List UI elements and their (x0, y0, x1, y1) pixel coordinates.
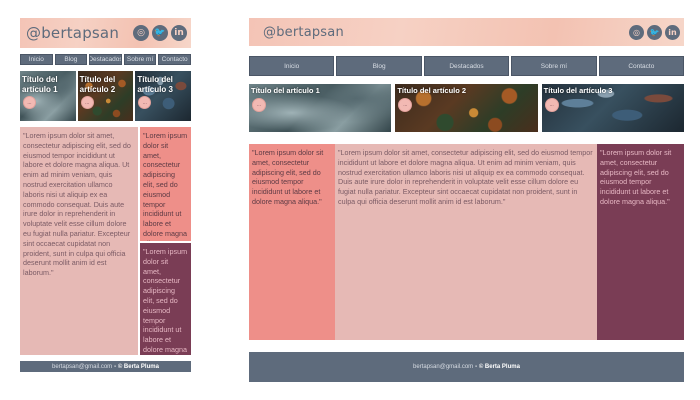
twitter-icon[interactable]: 🐦 (152, 25, 168, 41)
nav-item-sobre-mi[interactable]: Sobre mí (511, 56, 597, 76)
instagram-icon[interactable]: ◎ (629, 24, 644, 40)
brand-name[interactable]: @bertapsan (263, 25, 344, 40)
nav-item-blog[interactable]: Blog (336, 56, 422, 76)
side-column-wine-text: "Lorem ipsum dolor sit amet, consectetur… (597, 144, 684, 340)
twitter-icon[interactable]: 🐦 (647, 24, 662, 40)
instagram-icon[interactable]: ◎ (133, 25, 149, 41)
nav-item-sobre-mi[interactable]: Sobre mí (123, 54, 157, 65)
article-card[interactable]: Título del artículo 3 ... (135, 71, 192, 121)
read-more-badge[interactable]: ... (138, 96, 152, 109)
footer-email[interactable]: bertapsan@gmail.com (413, 364, 473, 370)
main-nav: Inicio Blog Destacados Sobre mí Contacto (20, 54, 191, 65)
article-card[interactable]: Título del artículo 1 ... (20, 71, 76, 121)
article-card[interactable]: Título del artículo 1 ... (249, 84, 392, 132)
article-card[interactable]: Título del artículo 2 ... (77, 71, 134, 121)
content-area: "Lorem ipsum dolor sit amet, consectetur… (20, 127, 191, 355)
article-title: Título del artículo 1 (22, 75, 58, 94)
social-links: ◎ 🐦 in (629, 24, 680, 40)
nav-item-inicio[interactable]: Inicio (249, 56, 335, 76)
article-title: Título del artículo 1 (251, 86, 320, 95)
read-more-badge[interactable]: ... (252, 98, 266, 112)
site-header: @bertapsan ◎ 🐦 in (249, 18, 684, 46)
article-title: Título del artículo 3 (137, 75, 173, 94)
nav-item-blog[interactable]: Blog (54, 54, 88, 65)
article-card[interactable]: Título del artículo 2 ... (395, 84, 538, 132)
side-column-wine-text: "Lorem ipsum dolor sit amet, consectetur… (140, 243, 191, 355)
article-title: Título del artículo 2 (79, 75, 116, 94)
nav-item-destacados[interactable]: Destacados (423, 56, 510, 76)
side-column-red-text: "Lorem ipsum dolor sit amet, consectetur… (249, 144, 335, 340)
featured-articles: Título del artículo 1 ... Título del art… (20, 71, 192, 121)
site-footer: bertapsan@gmail.com - © Berta Pluma (249, 352, 684, 382)
side-column-red-text: "Lorem ipsum dolor sit amet, consectetur… (140, 127, 191, 241)
featured-articles: Título del artículo 1 ... Título del art… (249, 84, 684, 132)
site-footer: bertapsan@gmail.com - © Berta Pluma (20, 361, 191, 372)
article-card[interactable]: Título del artículo 3 ... (541, 84, 684, 132)
brand-name[interactable]: @bertapsan (26, 24, 119, 42)
footer-email[interactable]: bertapsan@gmail.com (52, 364, 112, 370)
social-links: ◎ 🐦 in (133, 25, 187, 41)
read-more-badge[interactable]: ... (23, 96, 36, 109)
nav-item-inicio[interactable]: Inicio (20, 54, 53, 65)
main-column-text: "Lorem ipsum dolor sit amet, consectetur… (335, 144, 597, 340)
read-more-badge[interactable]: ... (398, 98, 413, 112)
main-column-text: "Lorem ipsum dolor sit amet, consectetur… (20, 127, 138, 355)
linkedin-icon[interactable]: in (665, 24, 680, 40)
article-title: Título del artículo 2 (397, 86, 467, 95)
nav-item-destacados[interactable]: Destacados (89, 54, 122, 65)
content-area: "Lorem ipsum dolor sit amet, consectetur… (249, 144, 684, 340)
article-title: Título del artículo 3 (543, 86, 613, 95)
main-nav: Inicio Blog Destacados Sobre mí Contacto (249, 56, 685, 76)
footer-copyright: - © Berta Pluma (475, 364, 520, 370)
read-more-badge[interactable]: ... (544, 98, 559, 112)
nav-item-contacto[interactable]: Contacto (598, 56, 685, 76)
desktop-layout: @bertapsan ◎ 🐦 in Inicio Blog Destacados… (249, 18, 685, 382)
site-header: @bertapsan ◎ 🐦 in (20, 18, 191, 48)
linkedin-icon[interactable]: in (171, 25, 187, 41)
mobile-layout: @bertapsan ◎ 🐦 in Inicio Blog Destacados… (20, 18, 192, 380)
nav-item-contacto[interactable]: Contacto (158, 54, 191, 65)
read-more-badge[interactable]: ... (80, 96, 94, 109)
footer-copyright: - © Berta Pluma (114, 363, 159, 370)
